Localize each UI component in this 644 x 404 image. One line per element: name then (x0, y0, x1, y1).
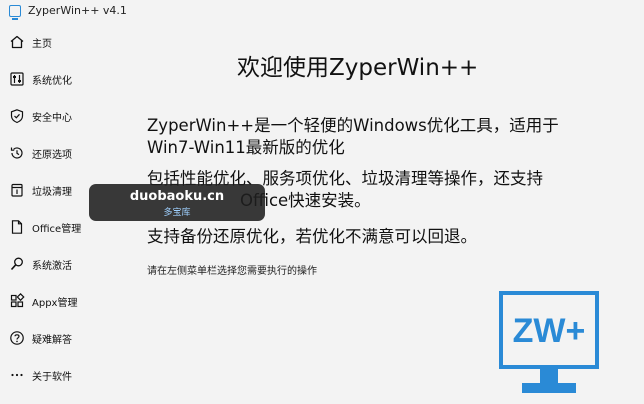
sidebar-item-restore[interactable]: 还原选项 (0, 137, 124, 169)
description-line: 支持备份还原优化，若优化不满意可以回退。 (147, 227, 477, 246)
restore-icon (9, 145, 25, 161)
watermark-site: duobaoku.cn (129, 189, 225, 204)
sidebar-item-label: 关于软件 (32, 371, 72, 383)
watermark: duobaoku.cn 多宝库 (89, 184, 265, 221)
sidebar-item-security[interactable]: 安全中心 (0, 100, 124, 132)
shield-check-icon (9, 108, 25, 124)
sidebar-item-about[interactable]: 关于软件 (0, 359, 124, 391)
zw-logo-text: ZW+ (513, 312, 586, 350)
app-monitor-icon (9, 5, 21, 20)
sidebar-item-label: 系统激活 (32, 260, 72, 272)
sidebar-item-label: 垃圾清理 (32, 186, 72, 198)
hint-text: 请在左侧菜单栏选择您需要执行的操作 (147, 266, 317, 277)
document-icon (9, 219, 25, 235)
sidebar-item-system-optimize[interactable]: 系统优化 (0, 63, 124, 95)
sidebar-item-home[interactable]: 主页 (0, 26, 124, 58)
sidebar-item-label: 疑难解答 (32, 334, 72, 346)
app-title: ZyperWin++ v4.1 (28, 4, 127, 17)
sidebar-item-troubleshoot[interactable]: 疑难解答 (0, 322, 124, 354)
sidebar-item-label: 安全中心 (32, 112, 72, 124)
title-bar: ZyperWin++ v4.1 (0, 0, 644, 24)
watermark-name: 多宝库 (163, 208, 191, 218)
key-search-icon (9, 256, 25, 272)
description-line: Win7-Win11最新版的优化 (147, 138, 345, 157)
home-icon (9, 34, 25, 50)
sidebar-item-label: Office管理 (32, 223, 82, 235)
sidebar-item-label: Appx管理 (32, 297, 78, 309)
apps-grid-icon (9, 293, 25, 309)
page-title: 欢迎使用ZyperWin++ (237, 55, 479, 81)
sliders-icon (9, 71, 25, 87)
more-icon (9, 367, 25, 383)
sidebar-item-label: 系统优化 (32, 75, 72, 87)
help-icon (9, 330, 25, 346)
sidebar-item-label: 还原选项 (32, 149, 72, 161)
description-line: ZyperWin++是一个轻便的Windows优化工具，适用于 (147, 116, 559, 135)
sidebar-item-appx[interactable]: Appx管理 (0, 285, 124, 317)
sidebar-item-activation[interactable]: 系统激活 (0, 248, 124, 280)
trash-icon (9, 182, 25, 198)
zw-logo: ZW+ (498, 290, 600, 400)
sidebar-item-label: 主页 (32, 38, 52, 50)
